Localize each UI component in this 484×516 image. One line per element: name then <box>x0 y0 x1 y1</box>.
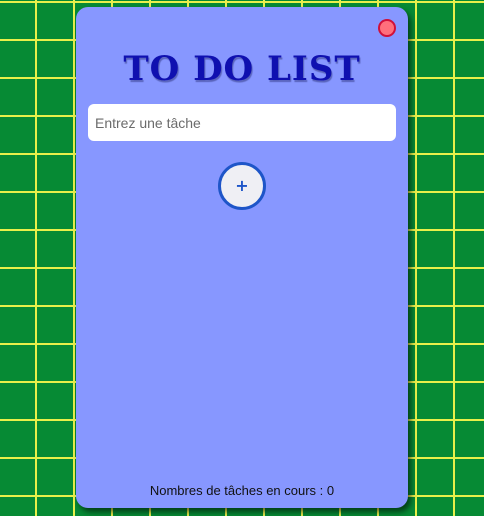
task-input[interactable] <box>88 104 396 141</box>
task-list <box>88 222 396 468</box>
task-counter: Nombres de tâches en cours : 0 <box>76 483 408 498</box>
todo-card: TO DO LIST + Nombres de tâches en cours … <box>76 7 408 508</box>
task-counter-label: Nombres de tâches en cours : <box>149 483 327 498</box>
app-title: TO DO LIST <box>123 49 361 89</box>
close-dot-icon[interactable] <box>378 19 396 37</box>
add-task-button[interactable]: + <box>218 162 266 210</box>
task-counter-value: 0 <box>326 483 335 498</box>
